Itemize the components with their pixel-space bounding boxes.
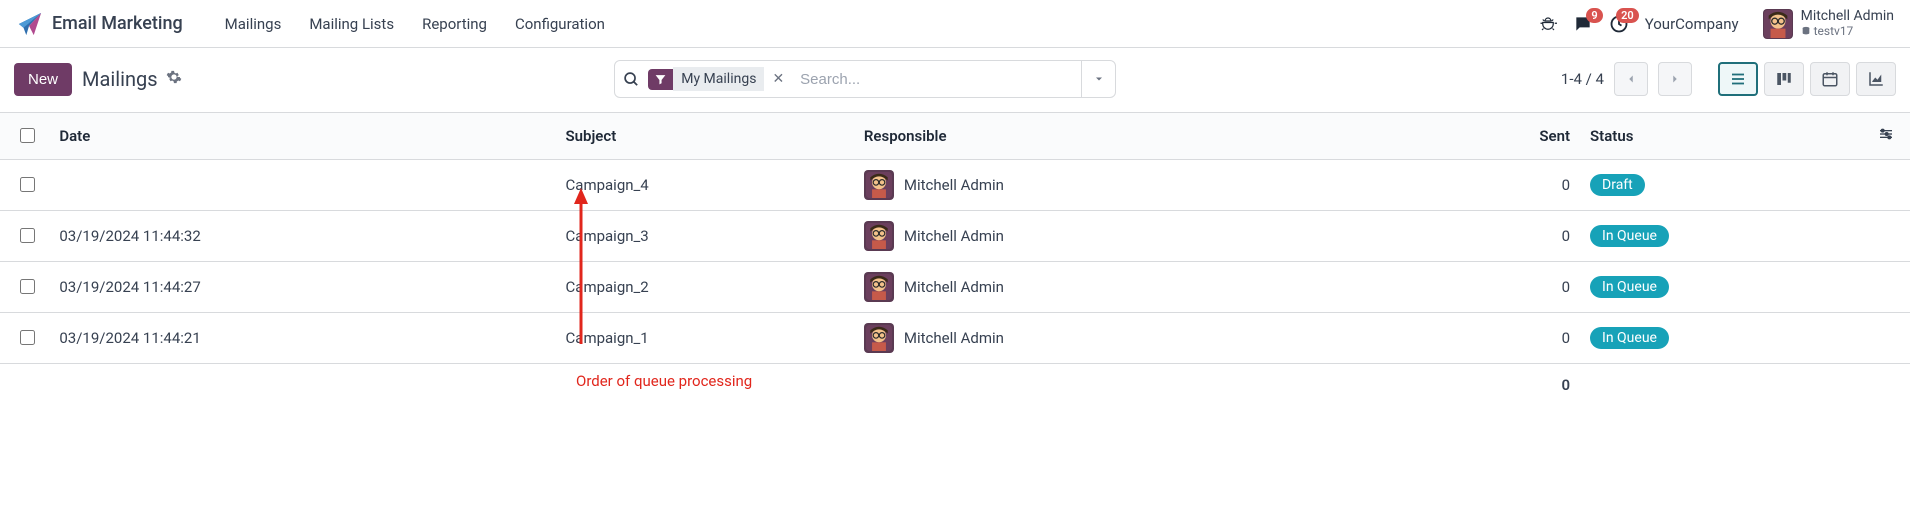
col-subject[interactable]: Subject bbox=[556, 113, 854, 160]
activities-icon[interactable]: 20 bbox=[1609, 14, 1629, 34]
avatar-icon bbox=[864, 272, 894, 302]
database-icon bbox=[1801, 26, 1811, 36]
cell-sent: 0 bbox=[1519, 211, 1580, 262]
view-list-icon[interactable] bbox=[1718, 62, 1758, 96]
status-badge: In Queue bbox=[1590, 327, 1669, 349]
cell-date bbox=[53, 160, 555, 211]
cell-sent: 0 bbox=[1519, 262, 1580, 313]
cell-responsible: Mitchell Admin bbox=[904, 278, 1004, 296]
cell-subject: Campaign_1 bbox=[556, 313, 854, 364]
cell-date: 03/19/2024 11:44:21 bbox=[53, 313, 555, 364]
cell-responsible: Mitchell Admin bbox=[904, 329, 1004, 347]
view-switcher bbox=[1718, 62, 1896, 96]
debug-icon[interactable] bbox=[1539, 15, 1557, 33]
cell-date: 03/19/2024 11:44:32 bbox=[53, 211, 555, 262]
cell-sent: 0 bbox=[1519, 160, 1580, 211]
mailings-table: Date Subject Responsible Sent Status Cam… bbox=[0, 112, 1910, 406]
row-checkbox[interactable] bbox=[20, 330, 35, 345]
messages-badge: 9 bbox=[1586, 8, 1602, 23]
control-panel: New Mailings My Mailings ✕ 1-4 / 4 bbox=[0, 48, 1910, 112]
pager-next[interactable] bbox=[1658, 62, 1692, 96]
row-checkbox[interactable] bbox=[20, 177, 35, 192]
annotation-text: Order of queue processing bbox=[576, 372, 752, 390]
nav-mailings[interactable]: Mailings bbox=[225, 15, 282, 33]
app-title: Email Marketing bbox=[52, 13, 183, 34]
filter-chip-label: My Mailings bbox=[673, 67, 764, 91]
cell-subject: Campaign_4 bbox=[556, 160, 854, 211]
filter-chip: My Mailings ✕ bbox=[648, 67, 792, 91]
funnel-icon bbox=[648, 69, 673, 90]
status-badge: In Queue bbox=[1590, 276, 1669, 298]
view-kanban-icon[interactable] bbox=[1764, 62, 1804, 96]
filter-chip-remove[interactable]: ✕ bbox=[764, 67, 792, 91]
view-graph-icon[interactable] bbox=[1856, 62, 1896, 96]
pager-prev[interactable] bbox=[1614, 62, 1648, 96]
gear-icon[interactable] bbox=[166, 69, 182, 89]
cell-responsible: Mitchell Admin bbox=[904, 176, 1004, 194]
nav-mailing-lists[interactable]: Mailing Lists bbox=[309, 15, 394, 33]
row-checkbox[interactable] bbox=[20, 279, 35, 294]
activities-badge: 20 bbox=[1616, 8, 1639, 23]
avatar-icon bbox=[864, 323, 894, 353]
view-calendar-icon[interactable] bbox=[1810, 62, 1850, 96]
top-nav: Email Marketing Mailings Mailing Lists R… bbox=[0, 0, 1910, 48]
cell-subject: Campaign_2 bbox=[556, 262, 854, 313]
search-options-toggle[interactable] bbox=[1081, 61, 1115, 97]
avatar-icon bbox=[1763, 9, 1793, 39]
messages-icon[interactable]: 9 bbox=[1573, 14, 1593, 34]
footer-sent-total: 0 bbox=[1519, 364, 1580, 407]
pager-counter: 1-4 / 4 bbox=[1561, 70, 1604, 88]
avatar-icon bbox=[864, 170, 894, 200]
cell-sent: 0 bbox=[1519, 313, 1580, 364]
company-switcher[interactable]: YourCompany bbox=[1645, 15, 1739, 33]
col-date[interactable]: Date bbox=[53, 113, 555, 160]
col-status[interactable]: Status bbox=[1580, 113, 1861, 160]
optional-columns-icon[interactable] bbox=[1878, 128, 1894, 146]
search-box[interactable]: My Mailings ✕ bbox=[614, 60, 1116, 98]
table-row[interactable]: 03/19/2024 11:44:27Campaign_2 Mitchell Ad… bbox=[0, 262, 1910, 313]
row-checkbox[interactable] bbox=[20, 228, 35, 243]
user-menu[interactable]: Mitchell Admin testv17 bbox=[1763, 9, 1894, 39]
col-sent[interactable]: Sent bbox=[1519, 113, 1580, 160]
new-button[interactable]: New bbox=[14, 63, 72, 96]
status-badge: Draft bbox=[1590, 174, 1645, 196]
pager: 1-4 / 4 bbox=[1561, 62, 1692, 96]
avatar-icon bbox=[864, 221, 894, 251]
status-badge: In Queue bbox=[1590, 225, 1669, 247]
table-row[interactable]: 03/19/2024 11:44:32Campaign_3 Mitchell Ad… bbox=[0, 211, 1910, 262]
cell-responsible: Mitchell Admin bbox=[904, 227, 1004, 245]
search-input[interactable] bbox=[792, 71, 1081, 88]
nav-configuration[interactable]: Configuration bbox=[515, 15, 605, 33]
user-name: Mitchell Admin bbox=[1801, 9, 1894, 24]
select-all-checkbox[interactable] bbox=[20, 128, 35, 143]
app-logo-icon bbox=[16, 10, 44, 38]
search-icon bbox=[615, 71, 648, 88]
db-name: testv17 bbox=[1801, 25, 1894, 38]
cell-subject: Campaign_3 bbox=[556, 211, 854, 262]
table-row[interactable]: Campaign_4 Mitchell Admin 0 Draft bbox=[0, 160, 1910, 211]
table-row[interactable]: 03/19/2024 11:44:21Campaign_1 Mitchell Ad… bbox=[0, 313, 1910, 364]
breadcrumb-title: Mailings bbox=[82, 67, 158, 91]
breadcrumb: Mailings bbox=[82, 67, 182, 91]
col-responsible[interactable]: Responsible bbox=[854, 113, 1519, 160]
cell-date: 03/19/2024 11:44:27 bbox=[53, 262, 555, 313]
nav-reporting[interactable]: Reporting bbox=[422, 15, 487, 33]
systray: 9 20 YourCompany Mitchell Admin testv17 bbox=[1539, 9, 1894, 39]
